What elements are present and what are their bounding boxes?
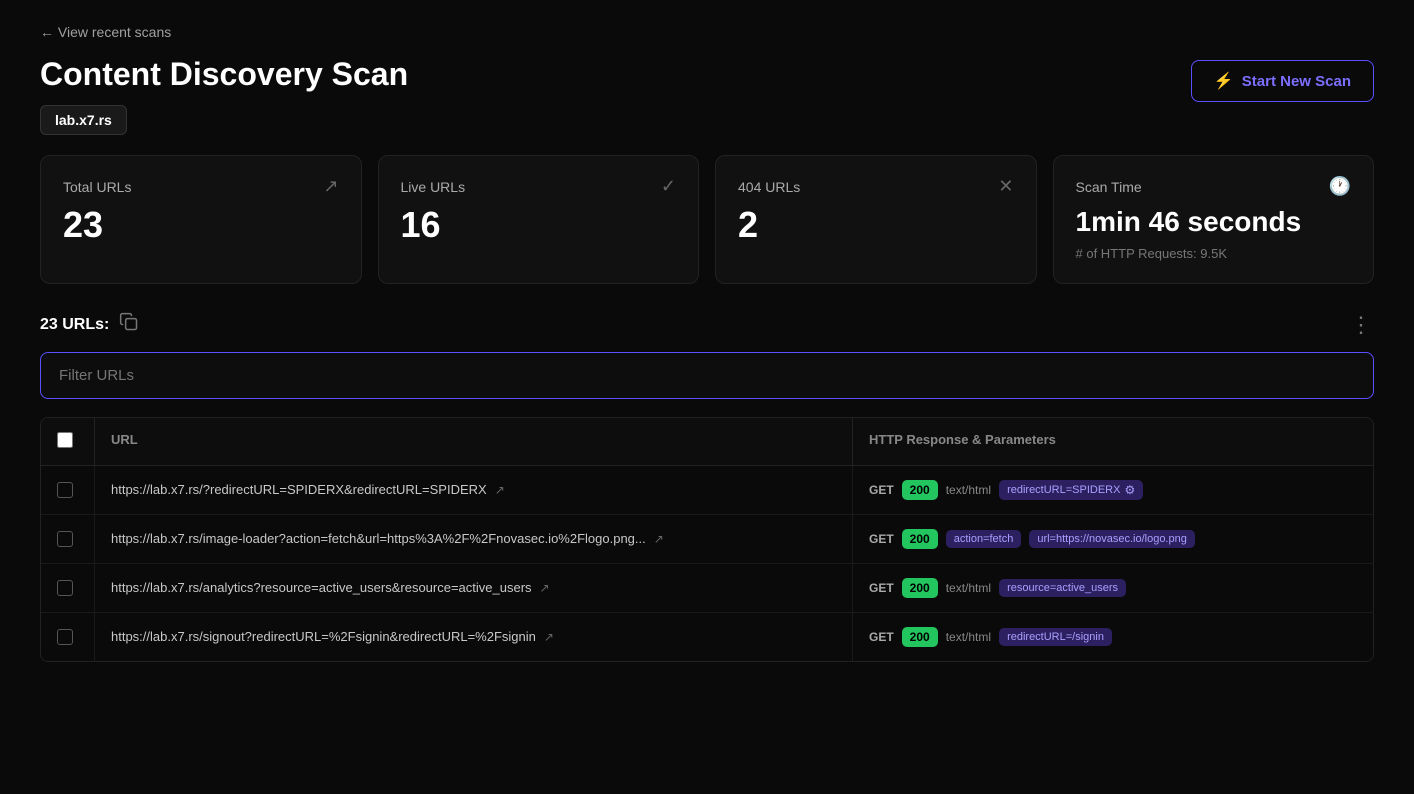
row-url-cell: https://lab.x7.rs/?redirectURL=SPIDERX&r… (95, 466, 853, 514)
404-urls-value: 2 (738, 207, 1014, 243)
filter-input-wrapper (40, 352, 1374, 399)
row-response-cell: GET 200 text/html redirectURL=SPIDERX ⚙ (853, 466, 1373, 514)
more-options-icon[interactable]: ⋮ (1350, 312, 1374, 338)
param-badge: redirectURL=/signin (999, 628, 1112, 646)
url-column-header: URL (95, 418, 853, 465)
start-scan-label: Start New Scan (1242, 73, 1351, 90)
row-response-cell: GET 200 action=fetch url=https://novasec… (853, 515, 1373, 563)
open-link-icon[interactable]: ↗ (540, 581, 550, 595)
gear-icon: ⚙ (1124, 483, 1135, 497)
row-checkbox[interactable] (57, 531, 73, 547)
filter-urls-input[interactable] (41, 353, 1373, 398)
row-checkbox-cell (41, 515, 95, 563)
x-circle-icon: ✕ (998, 176, 1013, 197)
table-header: URL HTTP Response & Parameters (41, 418, 1373, 466)
content-type: text/html (946, 630, 991, 644)
row-checkbox-cell (41, 564, 95, 612)
stat-card-total-urls: Total URLs ↗ 23 (40, 155, 362, 284)
scan-time-label: Scan Time (1076, 179, 1142, 195)
domain-badge: lab.x7.rs (40, 105, 127, 135)
method-badge: GET (869, 532, 894, 546)
param-badge-url: url=https://novasec.io/logo.png (1029, 530, 1195, 548)
url-text: https://lab.x7.rs/signout?redirectURL=%2… (111, 629, 536, 644)
url-text: https://lab.x7.rs/image-loader?action=fe… (111, 531, 646, 546)
table-row: https://lab.x7.rs/image-loader?action=fe… (41, 515, 1373, 564)
open-link-icon[interactable]: ↗ (495, 483, 505, 497)
row-url-cell: https://lab.x7.rs/image-loader?action=fe… (95, 515, 853, 563)
row-response-cell: GET 200 text/html redirectURL=/signin (853, 613, 1373, 661)
method-badge: GET (869, 581, 894, 595)
row-response-cell: GET 200 text/html resource=active_users (853, 564, 1373, 612)
scan-time-value: 1min 46 seconds (1076, 207, 1352, 238)
live-urls-label: Live URLs (401, 179, 466, 195)
select-all-checkbox[interactable] (57, 432, 73, 448)
status-badge: 200 (902, 578, 938, 598)
content-type: text/html (946, 483, 991, 497)
param-badge: action=fetch (946, 530, 1022, 548)
urls-count-label: 23 URLs: (40, 316, 109, 334)
response-column-header: HTTP Response & Parameters (853, 418, 1373, 465)
content-type: text/html (946, 581, 991, 595)
total-urls-value: 23 (63, 207, 339, 243)
row-url-cell: https://lab.x7.rs/analytics?resource=act… (95, 564, 853, 612)
copy-icon[interactable] (119, 312, 139, 337)
404-urls-label: 404 URLs (738, 179, 800, 195)
row-checkbox[interactable] (57, 629, 73, 645)
live-urls-value: 16 (401, 207, 677, 243)
open-link-icon[interactable]: ↗ (544, 630, 554, 644)
lightning-icon: ⚡ (1214, 71, 1234, 91)
param-badge: resource=active_users (999, 579, 1126, 597)
http-requests-sub: # of HTTP Requests: 9.5K (1076, 246, 1352, 261)
status-badge: 200 (902, 480, 938, 500)
table-row: https://lab.x7.rs/analytics?resource=act… (41, 564, 1373, 613)
row-url-cell: https://lab.x7.rs/signout?redirectURL=%2… (95, 613, 853, 661)
table-row: https://lab.x7.rs/?redirectURL=SPIDERX&r… (41, 466, 1373, 515)
page-title: Content Discovery Scan (40, 56, 408, 93)
external-link-icon: ↗ (323, 176, 338, 197)
stats-grid: Total URLs ↗ 23 Live URLs ✓ 16 404 URLs … (40, 155, 1374, 284)
status-badge: 200 (902, 627, 938, 647)
start-new-scan-button[interactable]: ⚡ Start New Scan (1191, 60, 1374, 102)
table-row: https://lab.x7.rs/signout?redirectURL=%2… (41, 613, 1373, 661)
urls-table: URL HTTP Response & Parameters https://l… (40, 417, 1374, 662)
row-checkbox-cell (41, 613, 95, 661)
stat-card-scan-time: Scan Time 🕐 1min 46 seconds # of HTTP Re… (1053, 155, 1375, 284)
row-checkbox-cell (41, 466, 95, 514)
stat-card-404-urls: 404 URLs ✕ 2 (715, 155, 1037, 284)
method-badge: GET (869, 483, 894, 497)
url-text: https://lab.x7.rs/?redirectURL=SPIDERX&r… (111, 482, 487, 497)
row-checkbox[interactable] (57, 580, 73, 596)
url-text: https://lab.x7.rs/analytics?resource=act… (111, 580, 532, 595)
param-badge: redirectURL=SPIDERX ⚙ (999, 480, 1143, 500)
total-urls-label: Total URLs (63, 179, 131, 195)
row-checkbox[interactable] (57, 482, 73, 498)
method-badge: GET (869, 630, 894, 644)
checkbox-header-cell (41, 418, 95, 465)
back-link[interactable]: ← View recent scans (40, 24, 1374, 40)
clock-icon: 🕐 (1329, 176, 1351, 197)
stat-card-live-urls: Live URLs ✓ 16 (378, 155, 700, 284)
status-badge: 200 (902, 529, 938, 549)
check-circle-icon: ✓ (661, 176, 676, 197)
urls-section-header: 23 URLs: ⋮ (40, 312, 1374, 338)
open-link-icon[interactable]: ↗ (654, 532, 664, 546)
param-text: redirectURL=SPIDERX (1007, 484, 1120, 496)
back-link-label: ← View recent scans (40, 24, 171, 40)
